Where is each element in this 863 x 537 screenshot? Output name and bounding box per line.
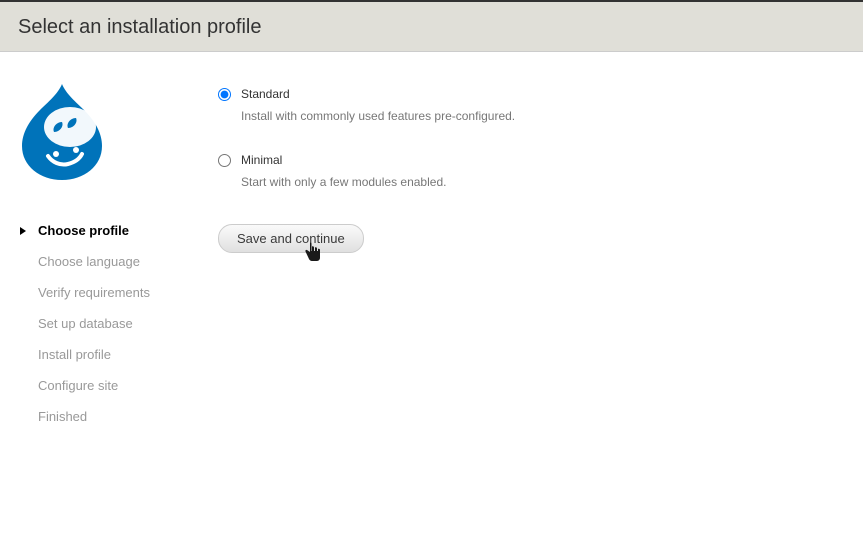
step-install-profile: Install profile	[18, 339, 218, 370]
step-finished: Finished	[18, 401, 218, 432]
page-title: Select an installation profile	[18, 16, 863, 39]
content-container: Choose profile Choose language Verify re…	[0, 52, 863, 432]
profile-option-standard: Standard Install with commonly used feat…	[218, 87, 863, 123]
step-choose-profile: Choose profile	[18, 215, 218, 246]
save-and-continue-button[interactable]: Save and continue	[218, 224, 364, 253]
radio-minimal[interactable]	[218, 154, 231, 167]
drupal-logo-icon	[18, 82, 218, 185]
step-label: Choose language	[38, 254, 140, 269]
radio-minimal-label[interactable]: Minimal	[241, 153, 282, 167]
radio-minimal-desc: Start with only a few modules enabled.	[241, 175, 863, 189]
step-label: Choose profile	[38, 223, 129, 238]
step-label: Install profile	[38, 347, 111, 362]
install-steps: Choose profile Choose language Verify re…	[18, 215, 218, 432]
step-choose-language: Choose language	[18, 246, 218, 277]
page-header: Select an installation profile	[0, 2, 863, 52]
radio-standard-desc: Install with commonly used features pre-…	[241, 109, 863, 123]
step-label: Verify requirements	[38, 285, 150, 300]
sidebar: Choose profile Choose language Verify re…	[18, 82, 218, 432]
main-content: Standard Install with commonly used feat…	[218, 82, 863, 432]
radio-standard[interactable]	[218, 88, 231, 101]
profile-option-minimal: Minimal Start with only a few modules en…	[218, 153, 863, 189]
step-set-up-database: Set up database	[18, 308, 218, 339]
step-label: Set up database	[38, 316, 133, 331]
radio-standard-label[interactable]: Standard	[241, 87, 290, 101]
step-label: Finished	[38, 409, 87, 424]
step-configure-site: Configure site	[18, 370, 218, 401]
step-verify-requirements: Verify requirements	[18, 277, 218, 308]
step-label: Configure site	[38, 378, 118, 393]
